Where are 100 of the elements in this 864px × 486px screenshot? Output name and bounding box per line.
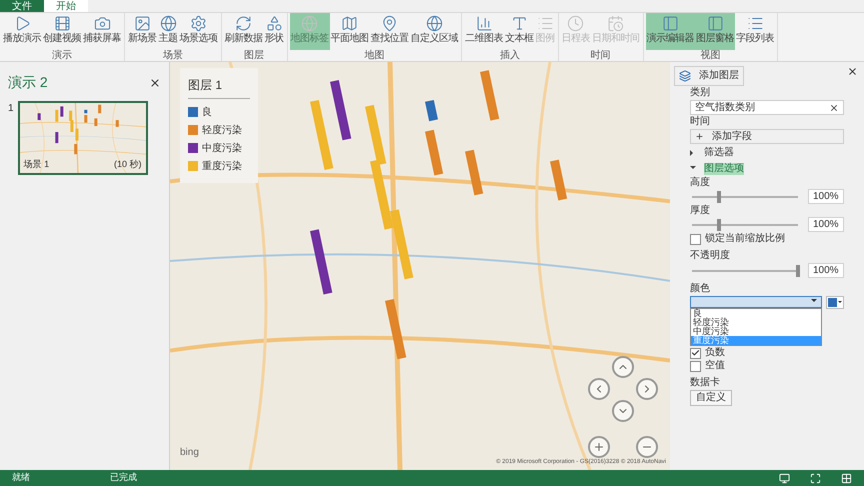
slider-track[interactable] (690, 264, 800, 276)
close-icon[interactable] (847, 66, 858, 77)
add-field-button[interactable]: 添加字段 (690, 129, 844, 144)
check-icon (691, 348, 700, 358)
map-logo: bing (180, 446, 199, 460)
settings-icon (190, 15, 207, 32)
checkbox[interactable] (690, 360, 701, 372)
value-field[interactable]: 100% (808, 217, 844, 232)
customize-button[interactable]: 自定义 (690, 390, 732, 406)
section-toggle[interactable]: 筛选器 (690, 145, 844, 160)
panel-icon (706, 15, 724, 32)
dropdown-option[interactable]: 轻度污染 (691, 318, 821, 327)
globe-icon (160, 15, 176, 32)
legend-title: 图层 1 (188, 76, 250, 99)
scene-number: 1 (8, 102, 14, 116)
legend-label: 中度污染 (202, 142, 242, 156)
group-title: 时间 (590, 50, 610, 61)
checkbox-label: 负数 (705, 347, 725, 359)
ribbon-button[interactable]: 主题 (158, 13, 178, 50)
panel-icon (662, 15, 679, 32)
layers-icon (679, 70, 691, 82)
ribbon-button[interactable]: 文本框 (504, 13, 534, 50)
monitor-icon[interactable] (779, 472, 790, 484)
caret-down-icon (838, 300, 842, 304)
ribbon-button[interactable]: 形状 (264, 13, 284, 50)
category-field[interactable]: 空气指数类别 (690, 100, 844, 115)
calendar-icon (607, 15, 624, 32)
section-toggle[interactable]: 图层选项 (690, 161, 844, 176)
group-title: 图层 (244, 50, 264, 61)
slider-thumb[interactable] (716, 218, 720, 230)
ribbon-button[interactable]: 捕获屏幕 (82, 13, 122, 50)
panel-title: 演示 2 (8, 73, 48, 92)
slider-thumb[interactable] (716, 190, 720, 202)
field-label: 颜色 (690, 283, 711, 295)
slider-track[interactable] (690, 218, 800, 230)
ribbon-button[interactable]: 演示编辑器 (646, 13, 695, 50)
slider-label: 不透明度 (690, 250, 731, 262)
status-text: 就绪 (12, 471, 30, 484)
checkbox[interactable] (690, 348, 701, 358)
color-picker-button[interactable] (826, 296, 844, 309)
group-title: 插入 (500, 50, 520, 61)
color-dropdown[interactable] (690, 296, 822, 308)
dropdown-option[interactable]: 中度污染 (691, 327, 821, 336)
ribbon-button[interactable]: 二维图表 (464, 13, 504, 50)
zoom-in-icon[interactable] (588, 436, 610, 458)
legend-label: 轻度污染 (202, 124, 242, 138)
ribbon-button[interactable]: 创建视频 (42, 13, 82, 50)
caret-down-icon (690, 166, 696, 172)
scene-name: 场景 1 (24, 158, 50, 170)
bar-chart-icon (476, 15, 492, 32)
scene-thumbnail[interactable]: 场景 1 (10 秒) (18, 101, 148, 175)
pan-up-icon[interactable] (612, 356, 634, 378)
globe-icon (426, 15, 443, 32)
add-layer-button[interactable]: 添加图层 (674, 66, 744, 86)
field-label: 时间 (690, 116, 711, 128)
ribbon-button[interactable]: 图层窗格 (695, 13, 735, 50)
checkbox-label: 锁定当前缩放比例 (705, 233, 785, 245)
picture-icon (134, 15, 151, 32)
ribbon-tab[interactable]: 文件 (0, 0, 44, 12)
checkbox-label: 空值 (705, 360, 725, 372)
color-swatch (828, 298, 837, 307)
ribbon-button[interactable]: 刷新数据 (224, 13, 264, 50)
checkbox[interactable] (690, 234, 701, 244)
ribbon-tab[interactable]: 开始 (44, 0, 88, 12)
ribbon-button[interactable]: 播放演示 (2, 13, 42, 50)
grid-icon[interactable] (841, 472, 852, 484)
dropdown-option[interactable]: 良 (691, 309, 821, 318)
camera-icon (94, 15, 110, 32)
ribbon-button[interactable]: 字段列表 (735, 13, 775, 50)
group-title: 视图 (700, 50, 720, 61)
pan-right-icon[interactable] (636, 378, 658, 400)
ribbon-button[interactable]: 自定义区域 (410, 13, 459, 50)
plus-icon (695, 132, 704, 141)
ribbon-button[interactable]: 平面地图 (330, 13, 370, 50)
zoom-out-icon[interactable] (636, 436, 658, 458)
clock-icon (567, 15, 584, 32)
slider-label: 厚度 (690, 205, 711, 217)
legend-label: 良 (202, 106, 212, 120)
ribbon-button[interactable]: 查找位置 (370, 13, 410, 50)
pan-left-icon[interactable] (588, 378, 610, 400)
field-label: 数据卡 (690, 377, 721, 389)
legend-label: 重度污染 (202, 160, 242, 174)
text-box-icon (510, 15, 528, 32)
field-label: 类别 (690, 87, 711, 99)
remove-icon (829, 102, 839, 112)
group-title: 地图 (364, 50, 384, 61)
value-field[interactable]: 100% (808, 189, 844, 204)
ribbon-button[interactable]: 新场景 (127, 13, 158, 50)
ribbon-button[interactable]: 场景选项 (178, 13, 218, 50)
pan-down-icon[interactable] (612, 400, 634, 422)
fit-icon[interactable] (810, 472, 821, 484)
slider-thumb[interactable] (796, 264, 800, 276)
slider-track[interactable] (690, 190, 800, 202)
slider-label: 高度 (690, 177, 711, 189)
close-icon[interactable] (149, 76, 161, 88)
group-title: 场景 (162, 50, 183, 61)
refresh-icon (235, 15, 252, 32)
status-text: 已完成 (110, 471, 137, 484)
scene-duration: (10 秒) (114, 158, 142, 171)
value-field[interactable]: 100% (808, 263, 844, 278)
